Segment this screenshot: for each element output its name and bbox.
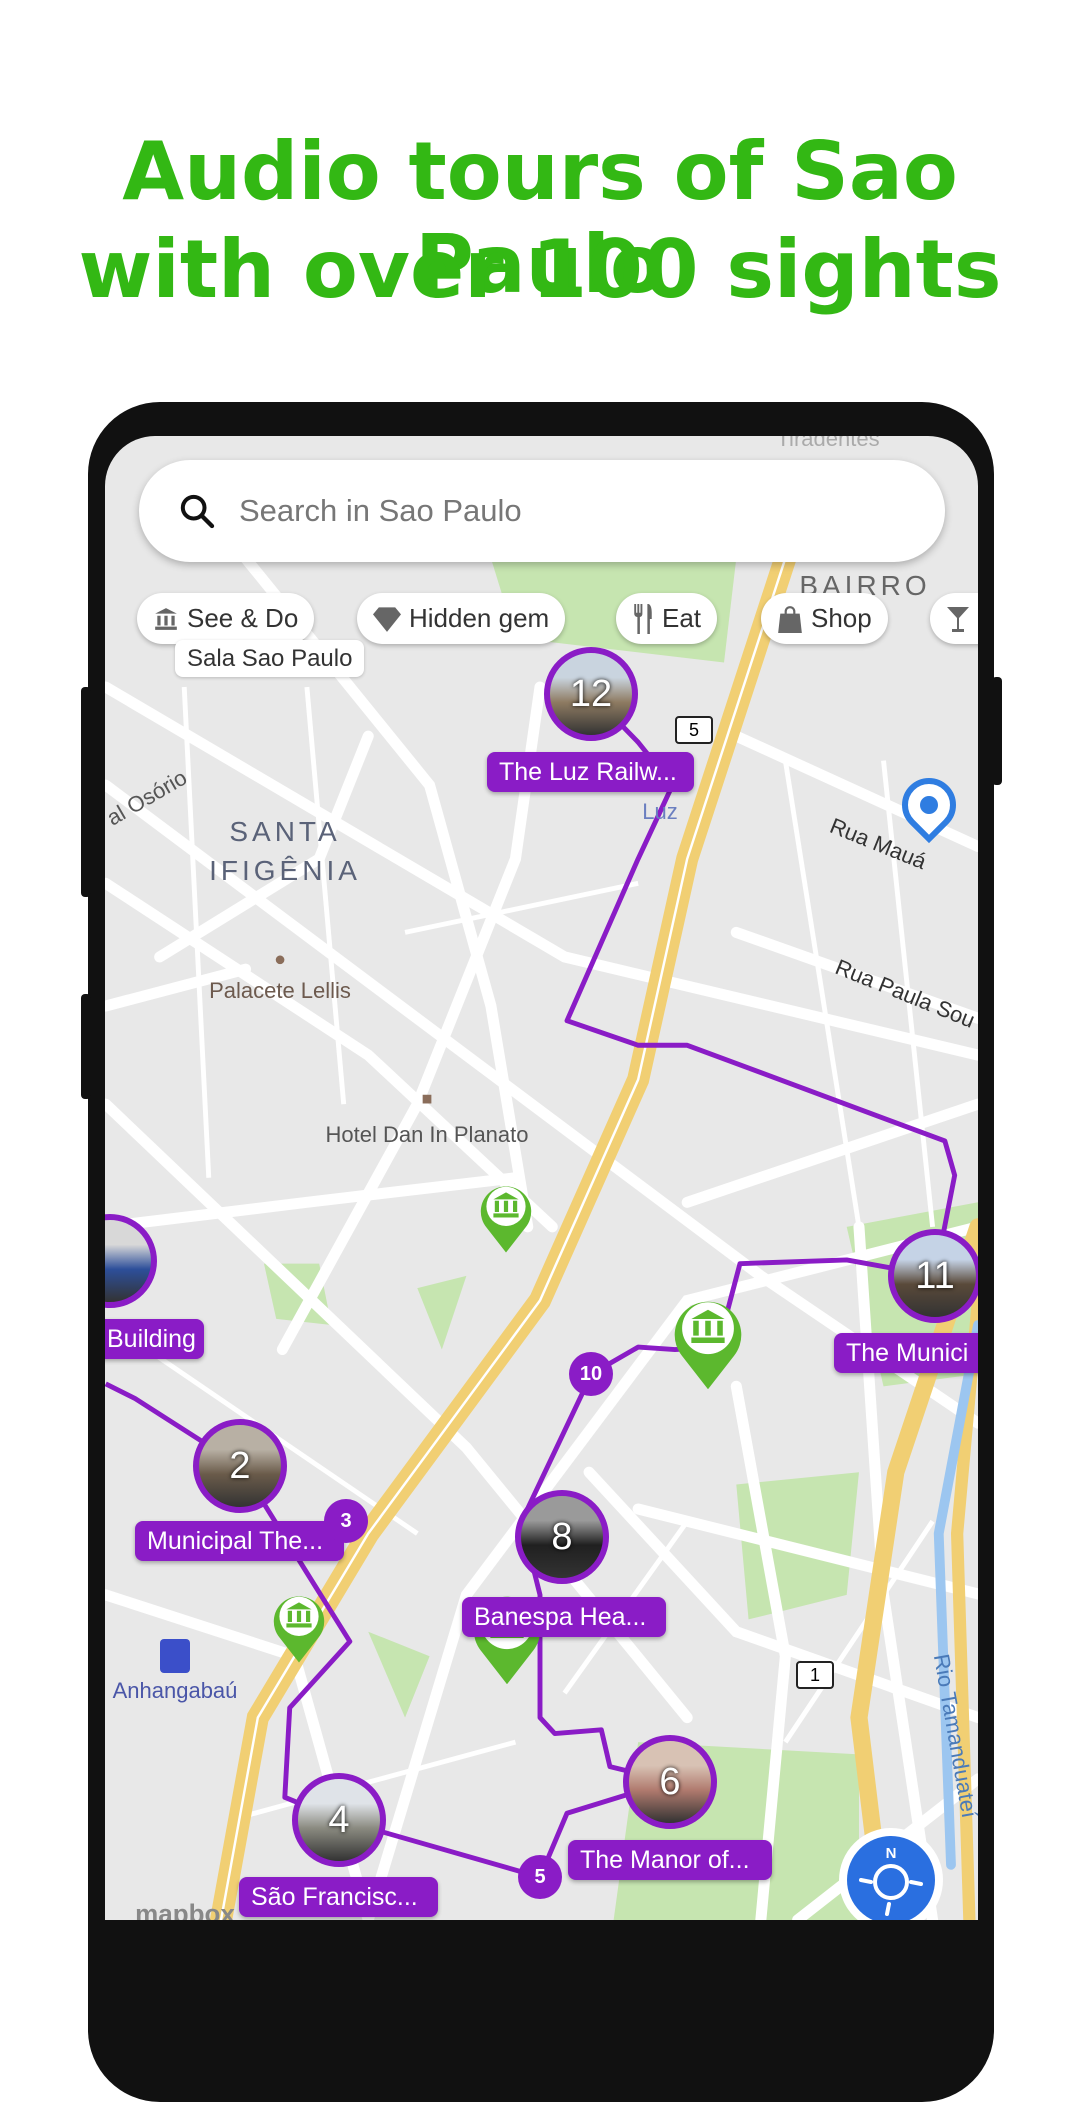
tour-stop-marker[interactable]: 8	[515, 1490, 609, 1584]
route-badge: 5	[675, 716, 713, 744]
tour-stop-label[interactable]: The Manor of...	[568, 1840, 772, 1880]
chip-hidden-gem[interactable]: Hidden gem	[357, 593, 566, 644]
map-label-santa: SANTA	[229, 816, 341, 847]
tour-stop-marker[interactable]: 11	[888, 1229, 978, 1323]
tour-stop-small[interactable]: 3	[324, 1499, 368, 1543]
sight-pin[interactable]	[671, 1293, 745, 1394]
museum-icon	[480, 1186, 532, 1253]
chip-eat[interactable]: Eat	[616, 593, 718, 644]
tour-stop-small[interactable]: 5	[518, 1855, 562, 1899]
place-label-sala-sao-paulo[interactable]: Sala Sao Paulo	[175, 640, 365, 677]
mapbox-logo: mapbox	[135, 1898, 235, 1921]
fork-knife-icon	[634, 603, 652, 634]
sight-pin[interactable]	[478, 1180, 534, 1258]
map-label-anhangabau: Anhangabaú	[112, 1678, 238, 1703]
tour-stop-label[interactable]: The Luz Railw...	[487, 752, 694, 792]
tour-stop-label[interactable]: Banespa Hea...	[462, 1597, 666, 1637]
chip-label: See & Do	[187, 603, 299, 633]
museum-icon	[273, 1596, 325, 1663]
headline-line-2: with over 100 sights	[78, 223, 1002, 316]
route-badge: 1	[796, 1661, 834, 1689]
tour-stop-marker[interactable]: 4	[292, 1773, 386, 1867]
tour-stop-marker[interactable]: 6	[623, 1735, 717, 1829]
tour-stop-label[interactable]: Municipal The...	[135, 1521, 344, 1561]
map-label-ifigenia: IFIGÊNIA	[209, 855, 361, 886]
svg-text:N: N	[886, 1845, 897, 1862]
map-label-hotel: Hotel Dan In Planato	[325, 1122, 529, 1147]
tour-stop-small[interactable]: 10	[569, 1352, 613, 1396]
map-screen[interactable]: Tiradentes BAIRRO Luz al Osório SANTA IF…	[105, 436, 978, 1920]
museum-icon	[674, 1301, 742, 1390]
chip-shop[interactable]: Shop	[761, 593, 888, 644]
chip-label: Shop	[811, 603, 872, 633]
chip-drinks[interactable]	[930, 593, 978, 644]
search-input[interactable]: Search in Sao Paulo	[239, 493, 522, 529]
cocktail-icon	[947, 606, 969, 632]
phone-button	[81, 994, 91, 1099]
map-label-luz: Luz	[642, 799, 678, 824]
diamond-icon	[373, 606, 401, 632]
map-label-palacete: Palacete Lellis	[209, 978, 351, 1003]
phone-button	[992, 677, 1002, 785]
chip-see-do[interactable]: See & Do	[137, 593, 315, 644]
search-bar[interactable]: Search in Sao Paulo	[139, 460, 945, 562]
compass-icon: N	[847, 1836, 935, 1920]
chip-label: Hidden gem	[409, 603, 550, 633]
tour-stop-label[interactable]: Building	[105, 1319, 204, 1359]
tour-stop-marker[interactable]: 2	[193, 1419, 287, 1513]
phone-button	[81, 687, 91, 897]
compass-button[interactable]: N	[839, 1828, 943, 1920]
shopping-bag-icon	[778, 605, 802, 633]
chip-label: Eat	[662, 603, 702, 633]
tour-stop-label[interactable]: The Munici	[834, 1333, 978, 1373]
hotel-icon: ■	[421, 1088, 433, 1109]
metro-icon	[160, 1639, 190, 1673]
sight-pin[interactable]	[271, 1590, 327, 1668]
museum-icon	[155, 607, 177, 630]
tour-stop-marker[interactable]: 12	[544, 647, 638, 741]
tour-stop-label[interactable]: São Francisc...	[239, 1877, 438, 1917]
camera-icon: ●	[273, 948, 287, 971]
search-icon	[180, 494, 215, 529]
map-label-tiradentes: Tiradentes	[776, 436, 880, 451]
